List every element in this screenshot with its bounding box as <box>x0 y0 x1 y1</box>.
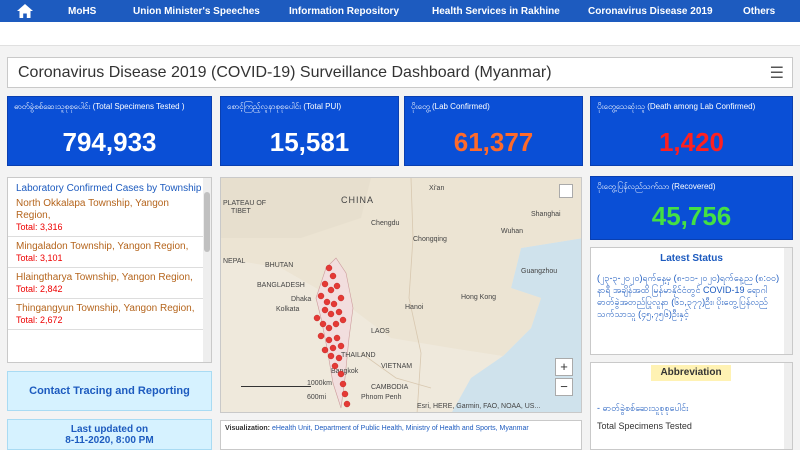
scrollbar[interactable] <box>784 363 792 449</box>
stat-label: ပိုးတွေ့သေဆုံးသူ (Death among Lab Confir… <box>597 102 756 111</box>
township-name: Thingangyun Township, Yangon Region, <box>16 303 195 314</box>
stat-total-tested: ဓာတ်ခွဲစစ်ဆေးသူစုစုပေါင်း (Total Specime… <box>7 96 212 166</box>
map-scale-bar <box>241 386 311 387</box>
stat-label: ပိုးတွေ့ (Lab Confirmed) <box>411 102 490 111</box>
zoom-in-button[interactable]: + <box>555 358 573 376</box>
scale-km: 1000km <box>307 380 332 387</box>
contact-tracing-button[interactable]: Contact Tracing and Reporting <box>7 371 212 411</box>
scrollbar-thumb[interactable] <box>204 192 210 252</box>
latest-status-heading: Latest Status <box>660 253 723 264</box>
stat-label: ဓာတ်ခွဲစစ်ဆေးသူစုစုပေါင်း (Total Specime… <box>14 102 185 111</box>
stat-total-pui: စောင့်ကြည့်လူနာစုစုပေါင်း (Total PUI) 15… <box>220 96 399 166</box>
top-nav: MoHS Union Minister's Speeches Informati… <box>0 0 800 22</box>
stat-value: 61,377 <box>453 127 534 157</box>
home-icon <box>17 4 33 18</box>
nav-others[interactable]: Others <box>743 6 775 17</box>
menu-icon[interactable]: ☰ <box>770 63 784 83</box>
township-name: Mingaladon Township, Yangon Region, <box>16 241 189 252</box>
home-button[interactable] <box>0 0 50 22</box>
township-name: Hlaingtharya Township, Yangon Region, <box>16 272 193 283</box>
nav-mohs[interactable]: MoHS <box>68 6 96 17</box>
last-updated-label: Last updated on <box>70 423 149 435</box>
visualization-text: eHealth Unit, Department of Public Healt… <box>271 425 529 432</box>
township-list-heading: Laboratory Confirmed Cases by Township <box>16 183 202 194</box>
visualization-label: Visualization: <box>225 425 270 432</box>
township-list-panel: Laboratory Confirmed Cases by Township N… <box>7 177 212 363</box>
township-total: Total: 3,316 <box>16 222 63 232</box>
contact-tracing-label: Contact Tracing and Reporting <box>29 385 190 397</box>
scrollbar[interactable] <box>203 178 211 362</box>
zoom-out-button[interactable]: − <box>555 378 573 396</box>
scale-mi: 600mi <box>307 394 327 401</box>
abbreviation-term: - ဓာတ်ခွဲစစ်ဆေးသူစုစုပေါင်း <box>597 403 689 413</box>
header-band <box>0 22 800 46</box>
stat-value: 15,581 <box>269 127 350 157</box>
map-attribution: Esri, HERE, Garmin, FAO, NOAA, US... <box>417 403 541 410</box>
nav-union-minister-speeches[interactable]: Union Minister's Speeches <box>133 6 260 17</box>
latest-status-panel: Latest Status (၂၃-၃-၂၀၂၀)ရက်နေ့မှ (၈-၁၁-… <box>590 247 793 355</box>
stat-label: ပိုးတွေ့ပြန်လည်သက်သာ (Recovered) <box>597 182 716 191</box>
nav-coronavirus-disease[interactable]: Coronavirus Disease 2019 <box>588 6 713 17</box>
map-view[interactable]: CHINA PLATEAU OF TIBET Xi'an Chengdu Cho… <box>220 177 582 413</box>
stat-label: စောင့်ကြည့်လူနာစုစုပေါင်း (Total PUI) <box>227 102 342 111</box>
scrollbar[interactable] <box>784 248 792 354</box>
stat-recovered: ပိုးတွေ့ပြန်လည်သက်သာ (Recovered) 45,756 <box>590 176 793 240</box>
list-item[interactable]: North Okkalapa Township, Yangon Region, … <box>8 194 211 237</box>
list-item[interactable]: Hlaingtharya Township, Yangon Region, To… <box>8 268 211 299</box>
dashboard-header: Coronavirus Disease 2019 (COVID-19) Surv… <box>7 57 793 88</box>
nav-health-services-rakhine[interactable]: Health Services in Rakhine <box>432 6 560 17</box>
list-item[interactable]: Mingaladon Township, Yangon Region, Tota… <box>8 237 211 268</box>
case-markers <box>313 264 351 408</box>
township-total: Total: 3,101 <box>16 253 63 263</box>
stat-value: 794,933 <box>62 127 157 157</box>
abbreviation-heading: Abbreviation <box>651 365 731 381</box>
last-updated-box: Last updated on 8-11-2020, 8:00 PM <box>7 419 212 450</box>
township-total: Total: 2,672 <box>16 315 63 325</box>
abbreviation-meaning: Total Specimens Tested <box>597 421 692 431</box>
visualization-credit: Visualization: eHealth Unit, Department … <box>220 420 582 450</box>
stat-lab-confirmed: ပိုးတွေ့ (Lab Confirmed) 61,377 <box>404 96 583 166</box>
nav-information-repository[interactable]: Information Repository <box>289 6 399 17</box>
township-name: North Okkalapa Township, Yangon Region, <box>16 198 169 221</box>
stat-value: 1,420 <box>658 127 725 157</box>
latest-status-text: (၂၃-၃-၂၀၂၀)ရက်နေ့မှ (၈-၁၁-၂၀၂၀)ရက်နေ့ည (… <box>597 273 780 319</box>
stat-value: 45,756 <box>651 201 732 231</box>
abbreviation-panel: Abbreviation - ဓာတ်ခွဲစစ်ဆေးသူစုစုပေါင်း… <box>590 362 793 450</box>
qr-code-icon[interactable] <box>559 184 573 198</box>
stat-deaths: ပိုးတွေ့သေဆုံးသူ (Death among Lab Confir… <box>590 96 793 166</box>
last-updated-value: 8-11-2020, 8:00 PM <box>65 434 154 446</box>
township-total: Total: 2,842 <box>16 284 63 294</box>
page-title: Coronavirus Disease 2019 (COVID-19) Surv… <box>18 63 552 81</box>
list-item[interactable]: Thingangyun Township, Yangon Region, Tot… <box>8 299 211 330</box>
